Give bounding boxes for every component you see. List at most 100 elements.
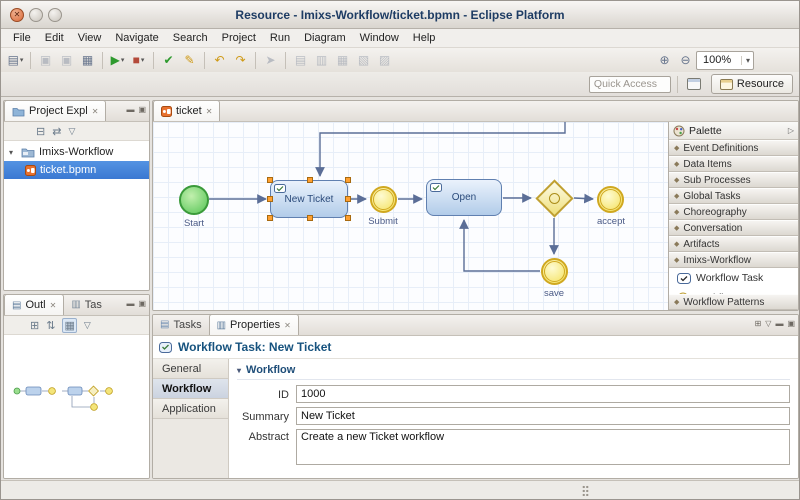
tab-tasks[interactable]: ▤ Tasks [153, 315, 209, 335]
maximize-icon[interactable]: ▣ [787, 319, 795, 328]
menu-view[interactable]: View [71, 29, 109, 48]
align-left-button[interactable]: ▤ [291, 51, 310, 70]
validate-button[interactable]: ✔ [159, 51, 178, 70]
maximize-icon[interactable]: ▣ [138, 105, 146, 114]
workflow-section-header[interactable]: ▾ Workflow [237, 364, 790, 380]
window-close-button[interactable]: ✕ [10, 8, 24, 22]
sash-grip[interactable] [582, 485, 589, 496]
pin-icon[interactable]: ▷ [788, 126, 794, 135]
selection-handle[interactable] [307, 177, 313, 183]
expand-all-icon[interactable]: ⊞ [30, 319, 39, 332]
open-perspective-button[interactable] [685, 75, 704, 94]
distribute-vertical-button[interactable]: ▧ [354, 51, 373, 70]
tab-project-explorer[interactable]: Project Expl ✕ [4, 101, 107, 121]
align-center-button[interactable]: ▥ [312, 51, 331, 70]
window-minimize-button[interactable] [29, 8, 43, 22]
palette-item-workflow-task[interactable]: Workflow Task [669, 268, 798, 288]
print-button[interactable]: ▦ [78, 51, 97, 70]
menu-project[interactable]: Project [215, 29, 263, 48]
menu-search[interactable]: Search [166, 29, 215, 48]
menu-window[interactable]: Window [353, 29, 406, 48]
save-all-button[interactable]: ▣ [57, 51, 76, 70]
menu-run[interactable]: Run [263, 29, 297, 48]
save-button[interactable]: ▣ [36, 51, 55, 70]
collapse-all-icon[interactable]: ⊟ [36, 125, 45, 138]
selection-handle[interactable] [345, 196, 351, 202]
zoom-in-button[interactable]: ⊕ [655, 51, 674, 70]
abstract-textarea[interactable]: Create a new Ticket workflow [296, 429, 790, 465]
menu-edit[interactable]: Edit [38, 29, 71, 48]
zoom-out-button[interactable]: ⊖ [676, 51, 695, 70]
run-button[interactable]: ▶ ▾ [108, 51, 127, 70]
id-input[interactable] [296, 385, 790, 403]
selection-handle[interactable] [345, 215, 351, 221]
menu-file[interactable]: File [6, 29, 38, 48]
edit-annotation-button[interactable]: ✎ [180, 51, 199, 70]
selection-handle[interactable] [267, 177, 273, 183]
view-menu-icon[interactable]: ▽ [765, 319, 771, 328]
palette-section-choreography[interactable]: ◆ Choreography [669, 204, 798, 220]
palette-section-global-tasks[interactable]: ◆ Global Tasks [669, 188, 798, 204]
tab-tasks-view[interactable]: ▥ Tas [64, 295, 109, 315]
tab-editor-ticket[interactable]: ticket ✕ [153, 101, 221, 121]
tree-item-project[interactable]: ▾ Imixs-Workflow [4, 143, 149, 161]
bpmn-event-submit[interactable] [370, 186, 397, 213]
bpmn-task-new-ticket[interactable]: New Ticket [267, 177, 351, 221]
quick-access-input[interactable] [588, 75, 671, 93]
close-icon[interactable]: ✕ [92, 107, 99, 116]
selection-handle[interactable] [267, 196, 273, 202]
maximize-icon[interactable]: ▣ [138, 299, 146, 308]
bpmn-task-open[interactable]: Open [426, 179, 502, 216]
redo-button[interactable]: ↷ [231, 51, 250, 70]
palette-section-imixs-workflow[interactable]: ◆ Imixs-Workflow [669, 252, 798, 268]
tree-item-file-selected[interactable]: ticket.bpmn [4, 161, 149, 179]
bpmn-event-accept[interactable] [597, 186, 624, 213]
minimize-icon[interactable]: ▬ [126, 105, 134, 114]
menu-help[interactable]: Help [406, 29, 443, 48]
tab-application[interactable]: Application [153, 399, 228, 419]
link-editor-icon[interactable]: ⇄ [52, 125, 61, 138]
selection-handle[interactable] [267, 215, 273, 221]
selection-handle[interactable] [345, 177, 351, 183]
menu-diagram[interactable]: Diagram [297, 29, 353, 48]
distribute-horizontal-button[interactable]: ▦ [333, 51, 352, 70]
tab-properties[interactable]: ▥ Properties ✕ [208, 315, 299, 335]
close-icon[interactable]: ✕ [50, 301, 57, 310]
close-icon[interactable]: ✕ [206, 107, 213, 116]
sort-icon[interactable]: ⇅ [46, 319, 55, 332]
tab-general[interactable]: General [153, 359, 228, 379]
pin-view-icon[interactable]: ⊞ [755, 319, 762, 328]
palette-section-conversation[interactable]: ◆ Conversation [669, 220, 798, 236]
bpmn-event-save[interactable] [541, 258, 568, 285]
minimize-icon[interactable]: ▬ [775, 319, 783, 328]
window-maximize-button[interactable] [48, 8, 62, 22]
tab-outline[interactable]: ▤ Outl ✕ [4, 295, 65, 315]
menu-navigate[interactable]: Navigate [108, 29, 165, 48]
view-menu-icon[interactable]: ▽ [84, 320, 91, 331]
palette-section-artifacts[interactable]: ◆ Artifacts [669, 236, 798, 252]
select-tool-button[interactable]: ➤ [261, 51, 280, 70]
palette-section-event-definitions[interactable]: ◆ Event Definitions [669, 140, 798, 156]
close-icon[interactable]: ✕ [284, 321, 291, 330]
expander-icon[interactable]: ▾ [9, 148, 17, 157]
bpmn-start-event[interactable] [179, 185, 209, 215]
snap-grid-button[interactable]: ▨ [375, 51, 394, 70]
undo-button[interactable]: ↶ [210, 51, 229, 70]
external-tools-button[interactable]: ■ ▾ [129, 51, 148, 70]
zoom-level-combo[interactable]: 100% ▾ [696, 50, 754, 70]
tab-workflow[interactable]: Workflow [153, 379, 228, 399]
new-wizard-button[interactable]: ▤ ▾ [6, 51, 25, 70]
view-menu-icon[interactable]: ▽ [68, 126, 75, 137]
diagram-canvas[interactable]: Start New Ticket Submit Open accept save… [153, 122, 798, 310]
twistie-icon[interactable]: ▾ [237, 366, 241, 375]
overview-mode-icon[interactable]: ▦ [62, 317, 77, 333]
selection-handle[interactable] [307, 215, 313, 221]
palette-header[interactable]: Palette ▷ [669, 122, 798, 140]
palette-section-data-items[interactable]: ◆ Data Items [669, 156, 798, 172]
outline-thumbnail[interactable] [4, 335, 149, 478]
summary-input[interactable] [296, 407, 790, 425]
palette-section-workflow-patterns[interactable]: ◆ Workflow Patterns [669, 294, 798, 310]
minimize-icon[interactable]: ▬ [126, 299, 134, 308]
palette-section-sub-processes[interactable]: ◆ Sub Processes [669, 172, 798, 188]
perspective-resource-button[interactable]: Resource [710, 74, 793, 94]
